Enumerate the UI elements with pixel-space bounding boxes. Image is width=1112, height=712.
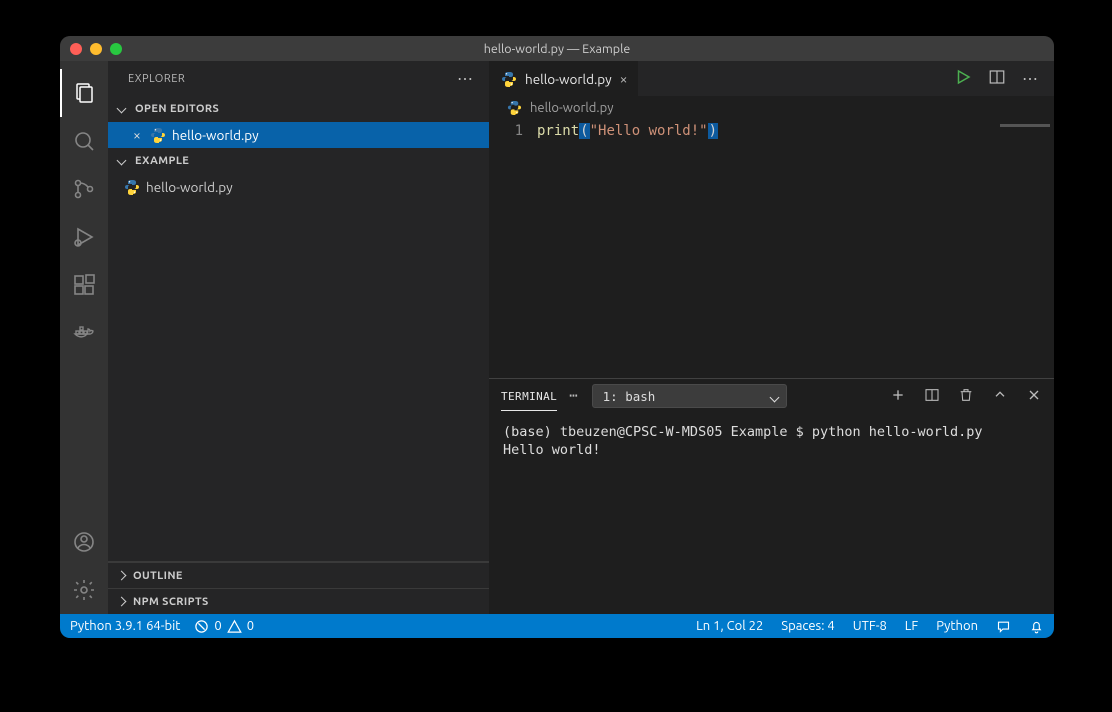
open-editor-file-row[interactable]: × hello-world.py — [108, 122, 489, 148]
minimap[interactable] — [990, 124, 1050, 138]
explorer-heading: EXPLORER — [128, 73, 185, 85]
title-bar: hello-world.py — Example — [60, 36, 1054, 61]
chevron-down-icon — [117, 103, 127, 113]
search-activity-icon[interactable] — [60, 117, 108, 165]
chevron-right-icon — [117, 571, 127, 581]
token-function: print — [537, 123, 579, 139]
terminal-tab[interactable]: TERMINAL — [501, 381, 557, 411]
run-file-icon[interactable] — [954, 68, 972, 89]
terminal-body[interactable]: (base) tbeuzen@CPSC-W-MDS05 Example $ py… — [489, 413, 1054, 614]
breadcrumb[interactable]: hello-world.py — [489, 96, 1054, 120]
status-python-version[interactable]: Python 3.9.1 64-bit — [70, 619, 180, 633]
vscode-window: hello-world.py — Example — [60, 36, 1054, 638]
settings-gear-icon[interactable] — [60, 566, 108, 614]
account-activity-icon[interactable] — [60, 518, 108, 566]
traffic-lights — [70, 43, 122, 55]
folder-section[interactable]: EXAMPLE — [108, 148, 489, 174]
status-language[interactable]: Python — [936, 619, 978, 633]
open-editors-label: OPEN EDITORS — [135, 103, 219, 115]
npm-scripts-label: NPM SCRIPTS — [133, 596, 209, 608]
python-file-icon — [507, 100, 522, 115]
minimize-window-button[interactable] — [90, 43, 102, 55]
editor-column: hello-world.py × ⋯ hello-world.py — [489, 61, 1054, 614]
python-file-icon — [501, 71, 517, 87]
new-terminal-icon[interactable] — [890, 387, 906, 406]
tab-label: hello-world.py — [525, 71, 612, 87]
split-terminal-icon[interactable] — [924, 387, 940, 406]
explorer-sidebar: EXPLORER ⋯ OPEN EDITORS × hello-world.py… — [108, 61, 489, 614]
window-title: hello-world.py — Example — [60, 42, 1054, 56]
editor-tabs: hello-world.py × ⋯ — [489, 61, 1054, 96]
close-panel-icon[interactable] — [1026, 387, 1042, 406]
token-paren-close: ) — [708, 123, 718, 139]
kill-terminal-icon[interactable] — [958, 387, 974, 406]
python-file-icon — [124, 179, 140, 195]
status-error-count: 0 — [214, 619, 221, 633]
line-number: 1 — [489, 123, 523, 139]
close-tab-icon[interactable]: × — [620, 71, 628, 87]
status-encoding[interactable]: UTF-8 — [853, 619, 887, 633]
explorer-header: EXPLORER ⋯ — [108, 61, 489, 96]
editor-more-icon[interactable]: ⋯ — [1022, 69, 1040, 88]
editor-actions: ⋯ — [954, 61, 1054, 96]
split-editor-icon[interactable] — [988, 68, 1006, 89]
status-warning-count: 0 — [247, 619, 254, 633]
outline-section[interactable]: OUTLINE — [108, 562, 489, 588]
close-editor-icon[interactable]: × — [130, 127, 144, 143]
status-problems[interactable]: 0 0 — [194, 619, 254, 634]
terminal-selector-label: 1: bash — [603, 389, 656, 404]
breadcrumb-file: hello-world.py — [530, 101, 613, 115]
outline-label: OUTLINE — [133, 570, 183, 582]
explorer-more-icon[interactable]: ⋯ — [457, 69, 475, 88]
explorer-activity-icon[interactable] — [60, 69, 108, 117]
folder-file-row[interactable]: hello-world.py — [108, 174, 489, 200]
extensions-activity-icon[interactable] — [60, 261, 108, 309]
folder-filename: hello-world.py — [146, 179, 233, 195]
source-control-activity-icon[interactable] — [60, 165, 108, 213]
chevron-right-icon — [117, 597, 127, 607]
code-line[interactable]: print("Hello world!") — [537, 120, 718, 378]
terminal-selector[interactable]: 1: bash — [592, 384, 787, 408]
status-feedback-icon[interactable] — [996, 619, 1011, 634]
status-notifications-icon[interactable] — [1029, 619, 1044, 634]
open-editors-section[interactable]: OPEN EDITORS — [108, 96, 489, 122]
open-editor-filename: hello-world.py — [172, 127, 259, 143]
terminal-panel: TERMINAL ⋯ 1: bash (base) tbeu — [489, 378, 1054, 614]
activity-bar — [60, 61, 108, 614]
folder-label: EXAMPLE — [135, 155, 189, 167]
run-debug-activity-icon[interactable] — [60, 213, 108, 261]
line-number-gutter: 1 — [489, 120, 537, 378]
docker-activity-icon[interactable] — [60, 309, 108, 357]
status-bar: Python 3.9.1 64-bit 0 0 Ln 1, Col 22 Spa… — [60, 614, 1054, 638]
npm-scripts-section[interactable]: NPM SCRIPTS — [108, 588, 489, 614]
status-eol[interactable]: LF — [905, 619, 918, 633]
terminal-line: Hello world! — [503, 441, 1040, 459]
code-editor[interactable]: 1 print("Hello world!") — [489, 120, 1054, 378]
panel-more-icon[interactable]: ⋯ — [569, 388, 579, 404]
token-paren-open: ( — [579, 123, 589, 139]
python-file-icon — [150, 127, 166, 143]
panel-header: TERMINAL ⋯ 1: bash — [489, 379, 1054, 413]
status-cursor[interactable]: Ln 1, Col 22 — [696, 619, 763, 633]
token-string: "Hello world!" — [590, 123, 708, 139]
maximize-window-button[interactable] — [110, 43, 122, 55]
status-indent[interactable]: Spaces: 4 — [781, 619, 834, 633]
editor-tab-active[interactable]: hello-world.py × — [489, 61, 639, 96]
close-window-button[interactable] — [70, 43, 82, 55]
terminal-line: (base) tbeuzen@CPSC-W-MDS05 Example $ py… — [503, 423, 1040, 441]
maximize-panel-icon[interactable] — [992, 387, 1008, 406]
chevron-down-icon — [117, 155, 127, 165]
